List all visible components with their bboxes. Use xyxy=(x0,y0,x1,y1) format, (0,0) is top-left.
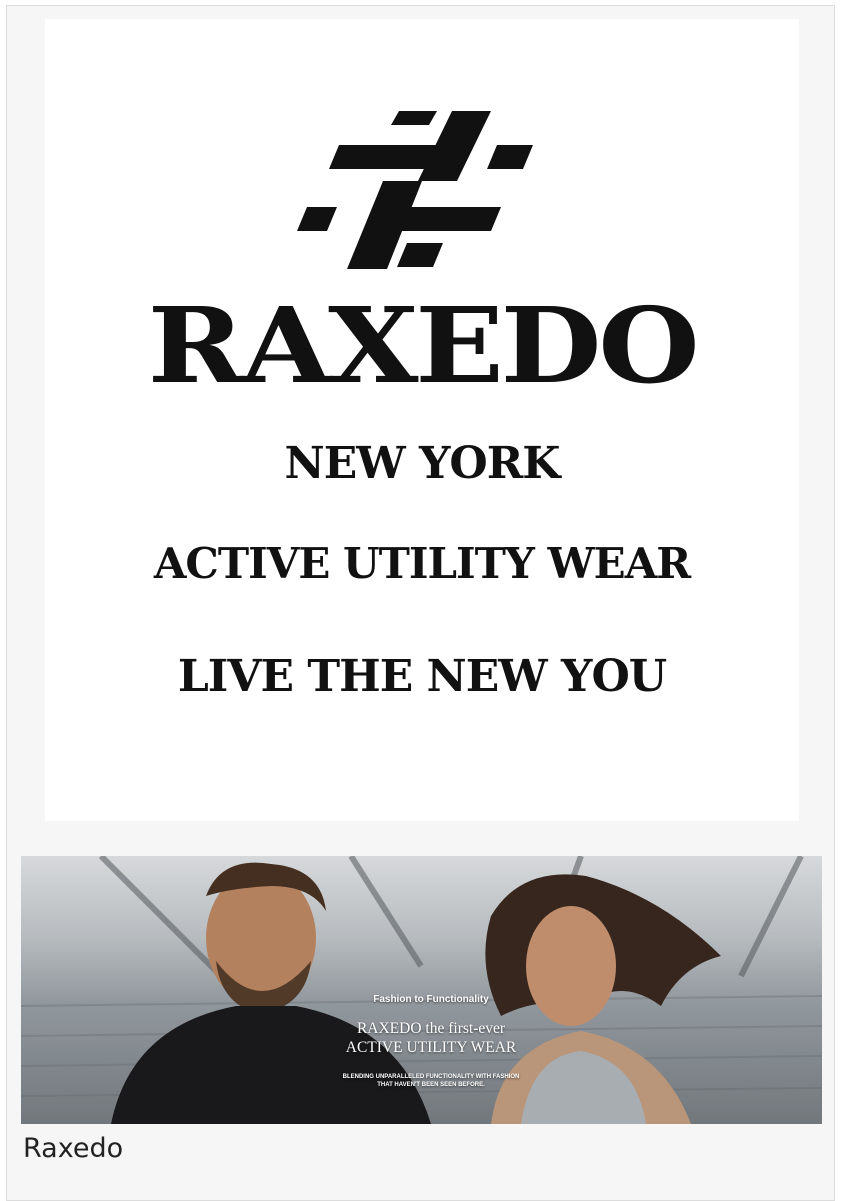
brand-wordmark: RAXEDO xyxy=(147,284,700,407)
brand-tagline: ACTIVE UTILITY WEAR xyxy=(153,539,691,588)
banner-headline-line-1: RAXEDO the first-ever xyxy=(356,1020,506,1037)
card-caption: Raxedo xyxy=(23,1133,124,1164)
banner-subline: BLENDING UNPARALLELED FUNCTIONALITY WITH… xyxy=(281,1073,581,1089)
hash-icon xyxy=(297,111,533,269)
banner-subline-line-1: BLENDING UNPARALLELED FUNCTIONALITY WITH… xyxy=(342,1074,520,1080)
brand-slogan: LIVE THE NEW YOU xyxy=(177,651,667,702)
banner-headline-line-2: ACTIVE UTILITY WEAR xyxy=(345,1039,517,1056)
banner-subline-line-2: THAT HAVEN'T BEEN SEEN BEFORE. xyxy=(377,1082,485,1088)
media-card: RAXEDO NEW YORK ACTIVE UTILITY WEAR LIVE… xyxy=(6,5,835,1201)
brand-city: NEW YORK xyxy=(284,438,560,489)
banner-kicker: Fashion to Functionality xyxy=(373,994,489,1005)
banner-headline: RAXEDO the first-ever ACTIVE UTILITY WEA… xyxy=(281,1019,581,1057)
logo-image[interactable]: RAXEDO NEW YORK ACTIVE UTILITY WEAR LIVE… xyxy=(45,19,799,821)
banner-image[interactable]: Fashion to Functionality RAXEDO the firs… xyxy=(21,856,822,1124)
